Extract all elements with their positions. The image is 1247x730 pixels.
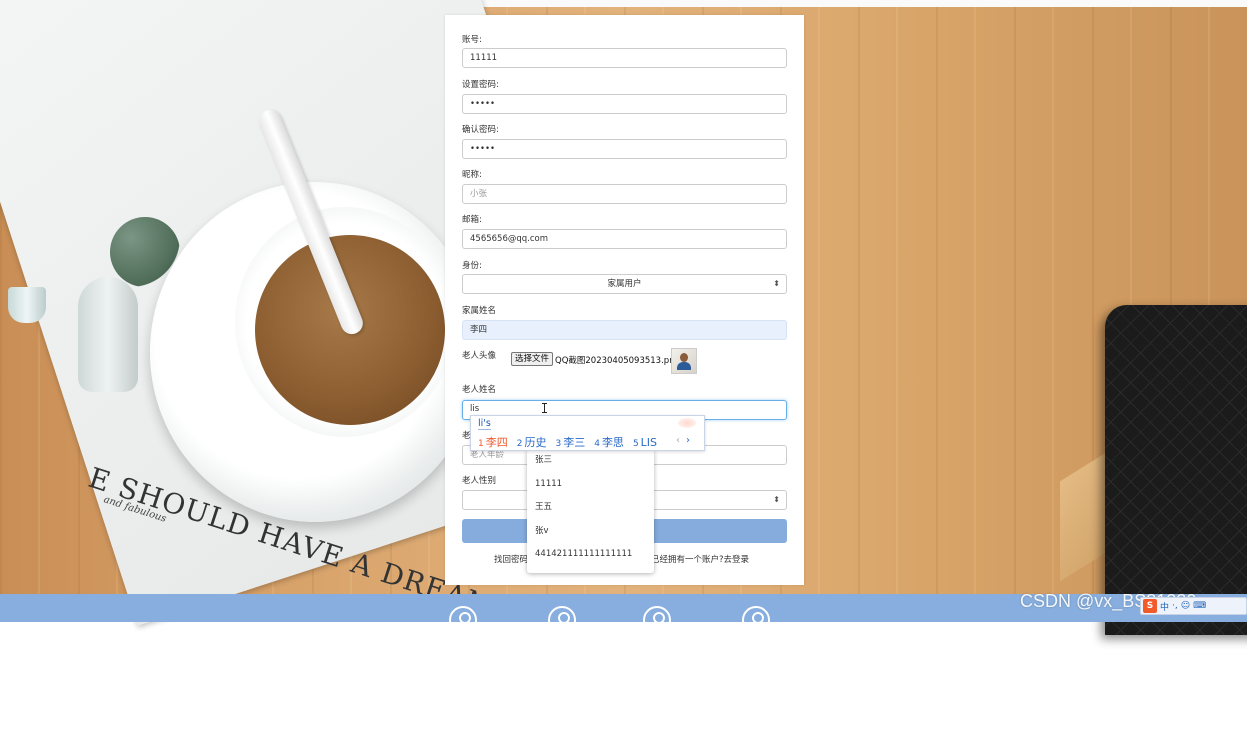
ime-toolbar-item[interactable]: 中 (1160, 600, 1169, 613)
find-password-link[interactable]: 找回密码 (494, 553, 528, 565)
confirm-password-input[interactable]: ••••• (462, 139, 787, 159)
ime-logo-icon[interactable]: S (1143, 599, 1157, 613)
nickname-input[interactable]: 小张 (462, 184, 787, 204)
chosen-file-name: QQ截图20230405093513.png (555, 356, 680, 366)
password-label: 设置密码: (462, 80, 499, 90)
role-select[interactable]: 家属用户 ⬍ (462, 274, 787, 294)
autocomplete-item[interactable]: 张v (527, 520, 654, 544)
elder-name-label: 老人姓名 (462, 385, 497, 395)
ime-toolbar-item[interactable]: ☺ (1181, 601, 1190, 611)
group-icon[interactable] (643, 606, 671, 622)
avatar-preview (671, 348, 697, 374)
family-name-label: 家属姓名 (462, 306, 497, 316)
ime-toolbar-item[interactable]: ·, (1172, 601, 1178, 611)
vase-decoration (78, 277, 138, 392)
account-input[interactable]: 11111 (462, 48, 787, 68)
ime-candidate-list: 1 李四 2 历史 3 李三 4 李思 5 LIS (478, 434, 657, 450)
user-icon[interactable] (449, 606, 477, 622)
email-input[interactable]: 4565656@qq.com (462, 229, 787, 249)
ime-prev-page-icon[interactable]: ‹ (676, 435, 680, 446)
email-label: 邮箱: (462, 215, 482, 225)
select-caret-icon: ⬍ (773, 279, 780, 288)
select-caret-icon: ⬍ (773, 495, 780, 504)
text-cursor-icon (542, 403, 547, 413)
autocomplete-dropdown: 张三 11111 王五 张v 441421111111111111 (527, 449, 654, 573)
autocomplete-item[interactable]: 王五 (527, 496, 654, 520)
ime-pager: ‹ › (676, 435, 690, 446)
ime-skin-icon (678, 418, 696, 428)
elder-gender-label: 老人性别 (462, 476, 497, 486)
login-link[interactable]: 已经拥有一个账户?去登录 (651, 553, 749, 565)
ime-candidate[interactable]: 1 李四 (478, 434, 508, 450)
choose-file-button[interactable]: 选择文件 (511, 352, 554, 366)
autocomplete-item[interactable]: 11111 (527, 473, 654, 497)
ime-toolbar: S 中 ·, ☺ ⌨ (1140, 597, 1247, 615)
autocomplete-item[interactable]: 张三 (527, 449, 654, 473)
role-selected-value: 家属用户 (607, 279, 642, 289)
small-cup-decoration (8, 287, 46, 323)
nickname-label: 昵称: (462, 170, 482, 180)
role-label: 身份: (462, 261, 482, 271)
confirm-password-label: 确认密码: (462, 125, 499, 135)
password-input[interactable]: ••••• (462, 94, 787, 114)
ime-candidate[interactable]: 2 历史 (517, 434, 547, 450)
account-label: 账号: (462, 35, 482, 45)
ime-candidate[interactable]: 4 李思 (594, 434, 624, 450)
notebook-decoration (1105, 305, 1247, 635)
elder-avatar-label: 老人头像 (462, 351, 497, 361)
ime-toolbar-item[interactable]: ⌨ (1193, 601, 1206, 611)
autocomplete-item[interactable]: 441421111111111111 (527, 543, 654, 567)
ime-next-page-icon[interactable]: › (686, 435, 690, 446)
help-icon[interactable] (742, 606, 770, 622)
ime-candidate[interactable]: 5 LIS (633, 436, 657, 449)
ime-composition: li's (478, 418, 491, 430)
location-icon[interactable] (548, 606, 576, 622)
family-name-input[interactable]: 李四 (462, 320, 787, 340)
ime-candidate-window: li's 1 李四 2 历史 3 李三 4 李思 5 LIS ‹ › (470, 415, 705, 451)
ime-candidate[interactable]: 3 李三 (555, 434, 585, 450)
